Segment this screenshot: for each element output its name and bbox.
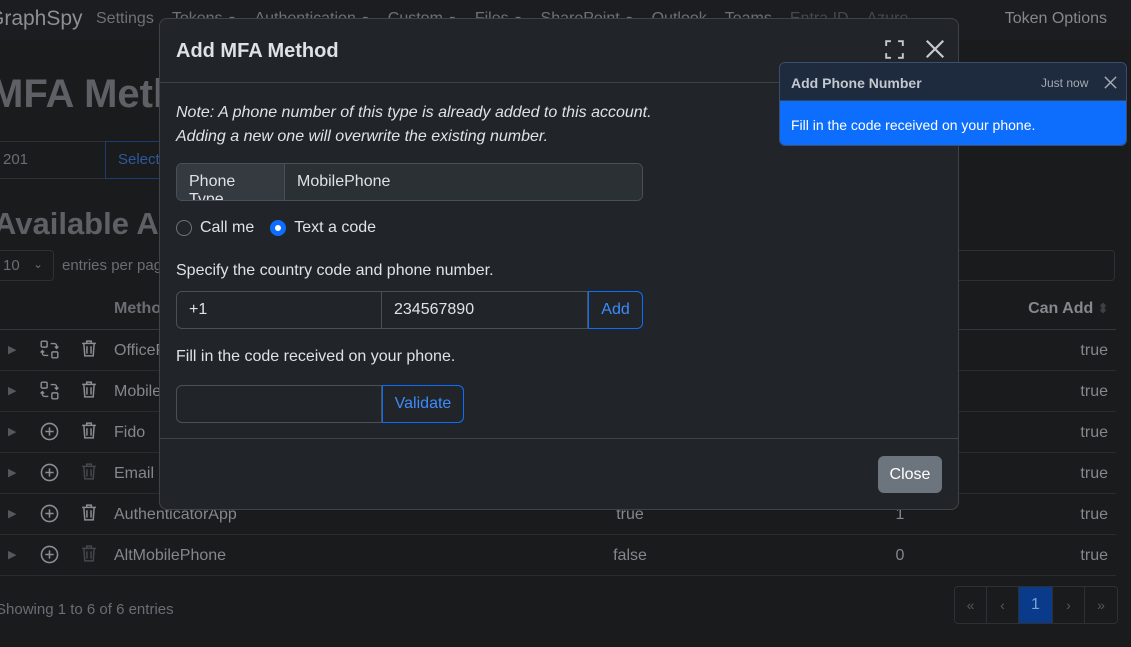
nav-label: Settings bbox=[96, 10, 154, 27]
pagination-first[interactable]: « bbox=[955, 587, 987, 623]
close-button[interactable]: Close bbox=[878, 456, 942, 493]
trash-icon[interactable] bbox=[81, 380, 97, 399]
plus-circle-icon[interactable] bbox=[40, 463, 59, 482]
verification-code-input[interactable] bbox=[176, 385, 382, 423]
swap-icon[interactable] bbox=[40, 340, 59, 359]
pagination: « ‹ 1 › » bbox=[954, 586, 1118, 624]
expand-row-icon[interactable]: ▶ bbox=[8, 384, 16, 397]
fullscreen-icon[interactable] bbox=[885, 40, 904, 59]
method-name: Fido bbox=[114, 424, 146, 441]
note-line-2: Adding a new one will overwrite the exis… bbox=[176, 128, 549, 145]
table-info: Showing 1 to 6 of 6 entries bbox=[0, 601, 174, 618]
expand-row-icon[interactable]: ▶ bbox=[8, 507, 16, 520]
pagination-last[interactable]: » bbox=[1085, 587, 1117, 623]
modal-title: Add MFA Method bbox=[176, 40, 339, 62]
table-row: ▶ AltMobilePhone false 0 true bbox=[0, 535, 1116, 576]
brand-logo[interactable]: GraphSpy bbox=[0, 7, 83, 31]
toast-header: Add Phone Number Just now bbox=[780, 63, 1126, 101]
expand-row-icon[interactable]: ▶ bbox=[8, 425, 16, 438]
plus-circle-icon[interactable] bbox=[40, 545, 59, 564]
registered-cell: false bbox=[613, 547, 647, 564]
entries-value: 10 bbox=[3, 257, 20, 274]
can-add-cell: true bbox=[1080, 383, 1108, 400]
toast-close-icon[interactable] bbox=[1103, 75, 1118, 90]
can-add-cell: true bbox=[1080, 506, 1108, 523]
radio-label: Text a code bbox=[294, 219, 377, 236]
select-button[interactable]: Select bbox=[105, 141, 165, 179]
modal-footer-divider bbox=[160, 438, 958, 439]
trash-icon bbox=[81, 544, 97, 563]
radio-checked[interactable] bbox=[270, 220, 287, 236]
modal-close-icon[interactable] bbox=[924, 38, 946, 60]
entries-per-page-select[interactable]: 10 ⌄ bbox=[0, 250, 54, 281]
trash-icon[interactable] bbox=[81, 421, 97, 440]
radio-text-a-code[interactable]: Text a code bbox=[270, 219, 376, 237]
trash-icon bbox=[81, 462, 97, 481]
can-add-cell: true bbox=[1080, 465, 1108, 482]
can-add-cell: true bbox=[1080, 342, 1108, 359]
pagination-next[interactable]: › bbox=[1053, 587, 1085, 623]
method-name: AltMobilePhone bbox=[114, 547, 227, 564]
entries-label: entries per page bbox=[62, 257, 171, 274]
country-phone-label: Specify the country code and phone numbe… bbox=[176, 262, 494, 279]
pagination-prev[interactable]: ‹ bbox=[987, 587, 1019, 623]
toast-body: Fill in the code received on your phone. bbox=[780, 101, 1126, 145]
expand-row-icon[interactable]: ▶ bbox=[8, 548, 16, 561]
pagination-page-1[interactable]: 1 bbox=[1019, 587, 1053, 623]
can-add-cell: true bbox=[1080, 424, 1108, 441]
validate-button[interactable]: Validate bbox=[382, 385, 464, 423]
radio-label: Call me bbox=[200, 219, 255, 236]
expand-row-icon[interactable]: ▶ bbox=[8, 343, 16, 356]
trash-icon[interactable] bbox=[81, 503, 97, 522]
phone-type-field: MobilePhone bbox=[285, 164, 642, 200]
trash-icon[interactable] bbox=[81, 339, 97, 358]
method-name: Email bbox=[114, 465, 155, 482]
tenant-input[interactable]: 201 bbox=[0, 141, 106, 179]
radio-unchecked[interactable] bbox=[176, 220, 192, 236]
plus-circle-icon[interactable] bbox=[40, 504, 59, 523]
toast-timestamp: Just now bbox=[1041, 76, 1089, 90]
token-options-link[interactable]: Token Options bbox=[1005, 10, 1107, 28]
add-button[interactable]: Add bbox=[588, 291, 643, 329]
overwrite-note: Note: A phone number of this type is alr… bbox=[176, 101, 652, 149]
note-line-1: Note: A phone number of this type is alr… bbox=[176, 104, 652, 121]
toast-title: Add Phone Number bbox=[791, 75, 922, 91]
table-search-input[interactable] bbox=[940, 250, 1115, 281]
toast-notification: Add Phone Number Just now Fill in the co… bbox=[779, 62, 1127, 146]
nav-settings[interactable]: Settings bbox=[96, 10, 154, 28]
code-input-group: Validate bbox=[176, 385, 464, 423]
chevron-down-icon: ⌄ bbox=[32, 257, 43, 271]
column-header-can-add[interactable]: Can Add ⬍ bbox=[1028, 300, 1109, 318]
code-label: Fill in the code received on your phone. bbox=[176, 348, 456, 365]
column-header-label: Can Add bbox=[1028, 300, 1094, 317]
expand-row-icon[interactable]: ▶ bbox=[8, 466, 16, 479]
plus-circle-icon[interactable] bbox=[40, 422, 59, 441]
sort-icon: ⬍ bbox=[1097, 300, 1109, 316]
phone-type-group: Phone Type MobilePhone bbox=[176, 163, 643, 201]
count-cell: 0 bbox=[895, 547, 905, 564]
radio-call-me[interactable]: Call me bbox=[176, 219, 254, 237]
swap-icon[interactable] bbox=[40, 381, 59, 400]
phone-input-group: +1 234567890 Add bbox=[176, 291, 643, 329]
phone-number-input[interactable]: 234567890 bbox=[382, 291, 588, 329]
country-code-input[interactable]: +1 bbox=[176, 291, 382, 329]
phone-type-label: Phone Type bbox=[177, 164, 285, 200]
delivery-radio-group: Call me Text a code bbox=[176, 219, 392, 237]
can-add-cell: true bbox=[1080, 547, 1108, 564]
